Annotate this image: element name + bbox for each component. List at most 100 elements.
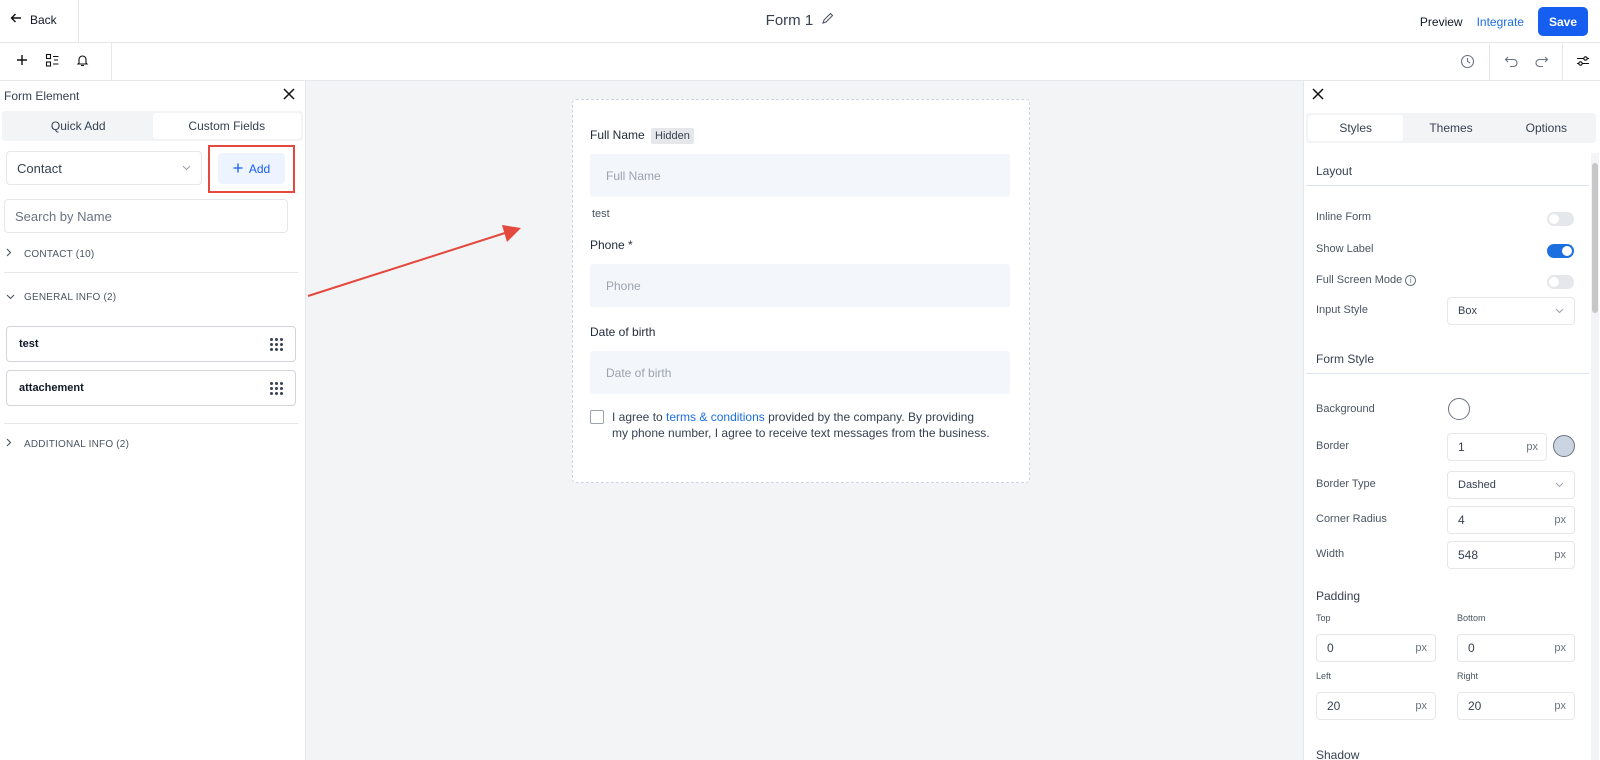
width-label: Width [1316,548,1345,560]
unit-label: px [1554,700,1566,712]
section-title-shadow: Shadow [1316,748,1360,760]
full-screen-mode-label: Full Screen Mode i [1316,274,1417,286]
drag-handle-icon[interactable] [270,381,283,395]
chevron-down-icon [182,163,191,174]
tab-quick-add[interactable]: Quick Add [4,113,153,139]
tab-custom-fields[interactable]: Custom Fields [152,113,301,139]
terms-link[interactable]: terms & conditions [666,410,765,424]
unit-label: px [1554,549,1566,561]
padding-left-input[interactable]: 20 px [1316,692,1436,720]
corner-radius-input[interactable]: 4 px [1447,506,1575,534]
chevron-right-icon [6,438,16,450]
top-bar: Back Form 1 Preview Integrate Save [0,0,1600,43]
background-color-swatch[interactable] [1448,398,1470,420]
integrate-link[interactable]: Integrate [1477,15,1524,29]
show-label-label: Show Label [1316,243,1374,255]
divider [111,43,112,81]
padding-bottom-input[interactable]: 0 px [1457,634,1575,662]
consent-checkbox[interactable] [590,410,604,424]
close-icon[interactable] [1312,87,1324,105]
input-placeholder: Phone [606,278,641,293]
section-title-padding: Padding [1316,589,1361,603]
input-value: 548 [1458,548,1479,562]
divider [1562,43,1563,81]
group-general-info[interactable]: GENERAL INFO (2) [6,291,116,303]
unit-label: px [1415,700,1427,712]
panel-title: Form Element [4,89,80,103]
form-element-panel: Form Element Quick Add Custom Fields Con… [0,81,306,760]
border-type-select[interactable]: Dashed [1447,471,1575,499]
add-field-button[interactable]: Add [218,153,285,184]
divider [1489,43,1490,81]
consent-row: I agree to terms & conditions provided b… [590,409,992,441]
save-button[interactable]: Save [1537,7,1588,36]
elements-icon[interactable] [44,52,60,68]
field-subtext: test [592,208,610,220]
border-width-input[interactable]: 1 px [1447,433,1547,461]
padding-bottom-label: Bottom [1457,613,1486,623]
width-input[interactable]: 548 px [1447,541,1575,569]
panel-scrollbar[interactable] [1591,153,1599,760]
input-placeholder: Date of birth [606,365,672,380]
hidden-badge: Hidden [651,128,694,144]
plus-icon [233,162,243,176]
input-value: 0 [1327,641,1334,655]
full-name-input[interactable]: Full Name [590,154,1010,197]
search-input[interactable] [15,208,277,224]
group-contact[interactable]: CONTACT (10) [6,248,94,260]
unit-label: px [1554,514,1566,526]
background-label: Background [1316,403,1375,415]
custom-field-item[interactable]: test [6,326,296,362]
bell-icon[interactable] [74,52,90,68]
phone-input[interactable]: Phone [590,264,1010,307]
scrollbar-thumb[interactable] [1592,163,1598,313]
pencil-icon[interactable] [821,12,834,28]
unit-label: px [1415,642,1427,654]
form-preview[interactable]: Full Name Hidden Full Name test Phone * … [572,99,1030,483]
input-value: 4 [1458,513,1465,527]
inline-form-label: Inline Form [1316,211,1372,223]
divider [1306,373,1589,374]
inline-form-toggle[interactable] [1547,212,1574,226]
show-label-toggle[interactable] [1547,244,1574,258]
padding-right-input[interactable]: 20 px [1457,692,1575,720]
object-select[interactable]: Contact [6,151,202,185]
tab-options[interactable]: Options [1499,115,1594,141]
input-style-label: Input Style [1316,304,1368,316]
border-color-swatch[interactable] [1553,435,1575,457]
top-actions: Preview Integrate Save [1420,7,1588,36]
padding-top-input[interactable]: 0 px [1316,634,1436,662]
style-tabs: Styles Themes Options [1306,113,1596,143]
date-of-birth-input[interactable]: Date of birth [590,351,1010,394]
full-screen-mode-toggle[interactable] [1547,275,1574,289]
tab-themes[interactable]: Themes [1403,115,1498,141]
form-title[interactable]: Form 1 [0,12,1600,29]
unit-label: px [1554,642,1566,654]
toolbar [0,43,1600,81]
undo-icon[interactable] [1502,52,1520,70]
object-row: Contact Add [0,141,305,193]
close-icon[interactable] [283,87,295,105]
unit-label: px [1526,441,1538,453]
panel-tabs: Quick Add Custom Fields [2,111,303,141]
add-label: Add [248,161,271,176]
chevron-down-icon [1555,306,1564,316]
plus-icon[interactable] [14,52,30,68]
input-style-select[interactable]: Box [1447,297,1575,325]
group-additional-info[interactable]: ADDITIONAL INFO (2) [6,438,129,450]
search-field[interactable] [4,199,288,233]
field-name: test [19,338,39,350]
divider [4,423,298,424]
select-value: Box [1458,305,1477,317]
info-icon[interactable]: i [1405,274,1417,286]
history-icon[interactable] [1458,52,1476,70]
preview-link[interactable]: Preview [1420,15,1463,29]
redo-icon[interactable] [1532,52,1550,70]
settings-sliders-icon[interactable] [1574,52,1592,70]
tab-styles[interactable]: Styles [1308,115,1404,141]
custom-field-item[interactable]: attachement [6,370,296,406]
field-label-phone: Phone * [590,238,633,252]
panel-header: Form Element [0,81,305,111]
drag-handle-icon[interactable] [270,337,283,351]
border-label: Border [1316,440,1350,452]
